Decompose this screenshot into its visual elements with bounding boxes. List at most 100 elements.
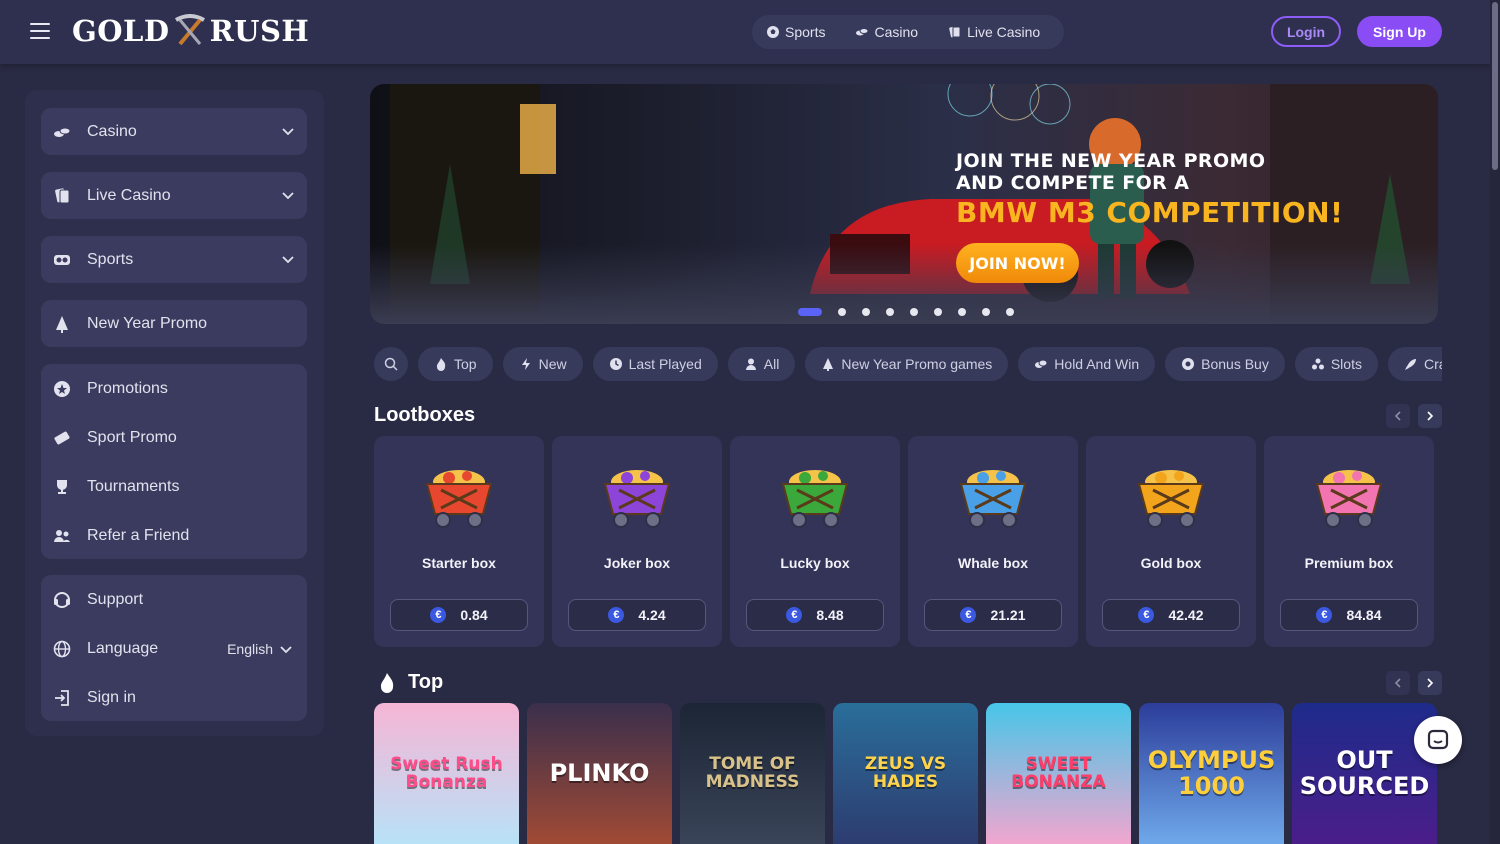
mine-cart-icon — [1315, 470, 1383, 528]
carousel-dot[interactable] — [982, 308, 990, 316]
lootbox-price-button[interactable]: €0.84 — [390, 599, 528, 631]
filter-new-year-promo-games[interactable]: New Year Promo games — [805, 347, 1009, 381]
chevron-down-icon — [282, 256, 294, 264]
lootbox-name: Premium box — [1304, 555, 1394, 571]
lootboxes-prev-button[interactable] — [1386, 404, 1410, 428]
game-tile[interactable]: SWEET BONANZA — [986, 703, 1131, 844]
lootbox-card[interactable]: Whale box €21.21 — [908, 436, 1078, 647]
euro-icon: € — [786, 607, 803, 623]
carousel-dot[interactable] — [934, 308, 942, 316]
sidebar-item-support[interactable]: Support — [41, 575, 307, 624]
lootbox-price: 8.48 — [816, 607, 844, 623]
lootbox-price-button[interactable]: €4.24 — [568, 599, 706, 631]
filter-all[interactable]: All — [727, 347, 796, 381]
star-icon — [54, 380, 70, 397]
game-tile[interactable]: Sweet Rush Bonanza — [374, 703, 519, 844]
sidebar-item-signin[interactable]: Sign in — [41, 673, 307, 722]
login-button[interactable]: Login — [1271, 16, 1341, 47]
game-tile[interactable]: ZEUS VS HADES — [833, 703, 978, 844]
sidebar-item-language[interactable]: Language English — [41, 624, 307, 673]
soccer-ball-icon — [767, 26, 779, 38]
carousel-dot[interactable] — [910, 308, 918, 316]
game-tile[interactable]: OUT SOURCED — [1292, 703, 1437, 844]
lootbox-price-button[interactable]: €8.48 — [746, 599, 884, 631]
sidebar-item-sport-promo[interactable]: Sport Promo — [41, 413, 307, 462]
sidebar-item-tournaments[interactable]: Tournaments — [41, 462, 307, 511]
sidebar-item-label: Language — [87, 639, 159, 657]
join-now-button[interactable]: JOIN NOW! — [956, 243, 1079, 283]
carousel-dot[interactable] — [1006, 308, 1014, 316]
menu-icon[interactable] — [30, 23, 50, 41]
search-button[interactable] — [374, 347, 408, 381]
filter-label: Top — [454, 356, 477, 372]
filter-top[interactable]: Top — [418, 347, 493, 381]
mine-cart-icon — [425, 470, 493, 528]
lootbox-name: Lucky box — [780, 555, 850, 571]
top-prev-button[interactable] — [1386, 671, 1410, 695]
mine-cart-icon — [781, 470, 849, 528]
chat-icon — [1427, 729, 1449, 750]
sidebar-item-casino[interactable]: Casino — [41, 108, 307, 155]
filter-label: Last Played — [628, 356, 702, 372]
lootboxes-next-button[interactable] — [1418, 404, 1442, 428]
sidebar-item-refer-friend[interactable]: Refer a Friend — [41, 511, 307, 560]
filter-crash[interactable]: Cras — [1387, 347, 1442, 381]
lootbox-price: 0.84 — [460, 607, 488, 623]
sidebar-item-live-casino[interactable]: Live Casino — [41, 172, 307, 219]
sign-in-icon — [55, 689, 69, 706]
site-logo[interactable]: GOLD RUSH — [72, 14, 309, 48]
lootbox-name: Joker box — [603, 555, 671, 571]
game-tile[interactable]: TOME OF MADNESS — [680, 703, 825, 844]
carousel-dot[interactable] — [862, 308, 870, 316]
top-next-button[interactable] — [1418, 671, 1442, 695]
lootbox-price-button[interactable]: €42.42 — [1102, 599, 1240, 631]
carousel-dot[interactable] — [798, 308, 822, 316]
lootbox-card[interactable]: Starter box €0.84 — [374, 436, 544, 647]
game-tile[interactable]: OLYMPUS 1000 — [1139, 703, 1284, 844]
section-title-text: Lootboxes — [374, 404, 476, 426]
filter-slots[interactable]: Slots — [1294, 347, 1378, 381]
nav-live-casino[interactable]: Live Casino — [948, 24, 1040, 40]
game-tile[interactable]: PLINKO — [527, 703, 672, 844]
sidebar-item-label: Casino — [87, 122, 137, 140]
sidebar-item-label: Sports — [87, 250, 134, 268]
lootbox-card[interactable]: Lucky box €8.48 — [730, 436, 900, 647]
euro-icon: € — [1316, 607, 1333, 623]
carousel-dot[interactable] — [886, 308, 894, 316]
sidebar-item-label: Sport Promo — [87, 428, 177, 446]
lootbox-price: 21.21 — [990, 607, 1026, 623]
carousel-dot[interactable] — [958, 308, 966, 316]
language-select[interactable]: English — [227, 641, 293, 657]
lootbox-card[interactable]: Premium box €84.84 — [1264, 436, 1434, 647]
scrollbar-thumb[interactable] — [1492, 2, 1498, 170]
nav-casino[interactable]: Casino — [855, 24, 918, 40]
filter-hold-and-win[interactable]: Hold And Win — [1018, 347, 1156, 381]
filter-label: Hold And Win — [1054, 356, 1140, 372]
nav-sports[interactable]: Sports — [766, 24, 825, 40]
sidebar-item-promotions[interactable]: Promotions — [41, 364, 307, 413]
euro-icon: € — [430, 607, 447, 623]
lootbox-price-button[interactable]: €84.84 — [1280, 599, 1418, 631]
filter-new[interactable]: New — [502, 347, 583, 381]
page-scrollbar[interactable] — [1490, 0, 1500, 844]
filter-last-played[interactable]: Last Played — [592, 347, 718, 381]
mine-cart-icon — [603, 470, 671, 528]
sidebar-item-sports[interactable]: Sports — [41, 236, 307, 283]
fire-icon — [436, 358, 446, 371]
live-chat-button[interactable] — [1414, 716, 1462, 764]
signup-button[interactable]: Sign Up — [1357, 16, 1442, 47]
filter-bonus-buy[interactable]: Bonus Buy — [1165, 347, 1285, 381]
chevron-left-icon — [1394, 411, 1401, 421]
sidebar-item-label: Support — [87, 590, 144, 608]
lootbox-price: 84.84 — [1346, 607, 1382, 623]
lootbox-card[interactable]: Gold box €42.42 — [1086, 436, 1256, 647]
sidebar-item-new-year-promo[interactable]: New Year Promo — [41, 300, 307, 347]
lootbox-name: Starter box — [422, 555, 496, 571]
lootbox-price-button[interactable]: €21.21 — [924, 599, 1062, 631]
carousel-dot[interactable] — [838, 308, 846, 316]
slots-icon — [1311, 358, 1324, 370]
filter-label: Bonus Buy — [1201, 356, 1269, 372]
promo-banner[interactable]: JOIN THE NEW YEAR PROMO AND COMPETE FOR … — [370, 84, 1438, 324]
lootbox-card[interactable]: Joker box €4.24 — [552, 436, 722, 647]
nav-live-casino-label: Live Casino — [967, 24, 1041, 40]
